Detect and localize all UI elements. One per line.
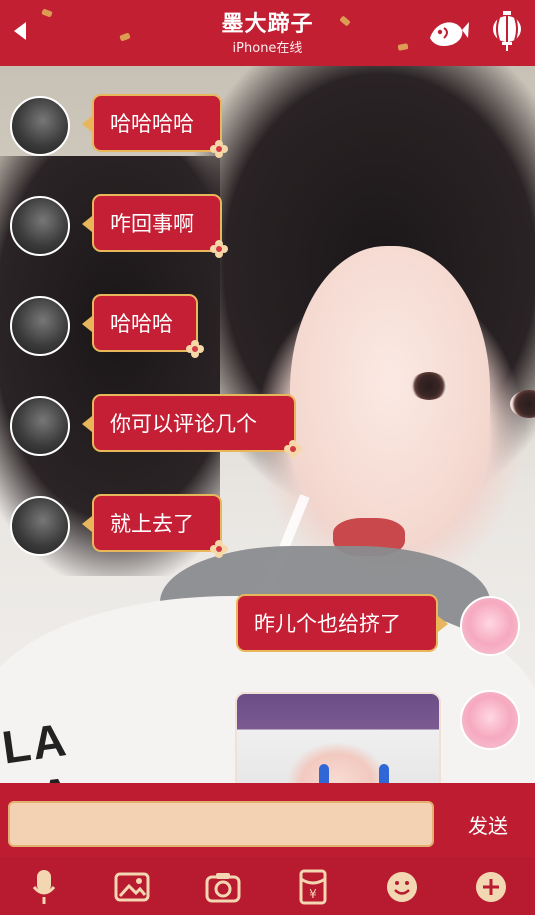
camera-icon[interactable] <box>203 867 243 907</box>
contact-avatar[interactable] <box>10 396 70 456</box>
red-envelope-icon[interactable]: ¥ <box>293 867 333 907</box>
contact-avatar[interactable] <box>10 496 70 556</box>
bubble-tail <box>82 316 92 332</box>
message-bubble[interactable]: 咋回事啊 <box>92 194 228 258</box>
input-bar: 发送 <box>0 783 535 857</box>
message-bubble[interactable]: 昨儿个也给挤了 <box>236 594 438 652</box>
contact-avatar[interactable] <box>10 196 70 256</box>
send-button[interactable]: 发送 <box>458 807 518 841</box>
self-avatar[interactable] <box>460 596 520 656</box>
message-row: 就上去了 <box>0 490 535 560</box>
fish-icon[interactable] <box>424 12 470 52</box>
svg-text:¥: ¥ <box>309 887 317 901</box>
emoji-icon[interactable] <box>382 867 422 907</box>
image-message[interactable] <box>235 692 441 783</box>
bubble-tail <box>82 216 92 232</box>
tear-mark <box>379 764 389 783</box>
message-text: 就上去了 <box>110 512 194 536</box>
message-row: 哈哈哈哈 <box>0 90 535 160</box>
plus-icon[interactable] <box>471 867 511 907</box>
message-row: 咋回事啊 <box>0 190 535 260</box>
bubble-tail <box>82 116 92 132</box>
tear-mark <box>319 764 329 783</box>
plum-blossom-icon <box>186 340 204 358</box>
message-text: 哈哈哈哈 <box>110 112 194 136</box>
microphone-icon[interactable] <box>24 867 64 907</box>
plum-blossom-icon <box>284 440 302 458</box>
plum-blossom-icon <box>210 140 228 158</box>
lantern-icon[interactable] <box>490 10 524 52</box>
bottom-toolbar: ¥ <box>0 857 535 915</box>
message-bubble[interactable]: 哈哈哈哈 <box>92 94 228 158</box>
message-row: 哈哈哈 <box>0 290 535 360</box>
contact-avatar[interactable] <box>10 296 70 356</box>
message-bubble[interactable]: 就上去了 <box>92 494 228 558</box>
self-avatar[interactable] <box>460 690 520 750</box>
message-bubble[interactable]: 你可以评论几个 <box>92 394 302 458</box>
message-text: 昨儿个也给挤了 <box>254 612 401 636</box>
message-text: 哈哈哈 <box>110 312 173 336</box>
chat-area[interactable]: LALA 哈哈哈哈 咋回事啊 哈哈哈 <box>0 66 535 783</box>
message-row: 你可以评论几个 <box>0 390 535 460</box>
plum-blossom-icon <box>210 540 228 558</box>
chat-header: 墨大蹄子 iPhone在线 <box>0 0 535 66</box>
message-input[interactable] <box>8 801 434 847</box>
bubble-tail <box>438 616 448 632</box>
image-icon[interactable] <box>112 867 152 907</box>
message-row: 昨儿个也给挤了 <box>0 590 535 660</box>
contact-avatar[interactable] <box>10 96 70 156</box>
message-text: 咋回事啊 <box>110 212 194 236</box>
plum-blossom-icon <box>210 240 228 258</box>
message-bubble[interactable]: 哈哈哈 <box>92 294 204 358</box>
bubble-tail <box>82 516 92 532</box>
bubble-tail <box>82 416 92 432</box>
message-text: 你可以评论几个 <box>110 412 257 436</box>
